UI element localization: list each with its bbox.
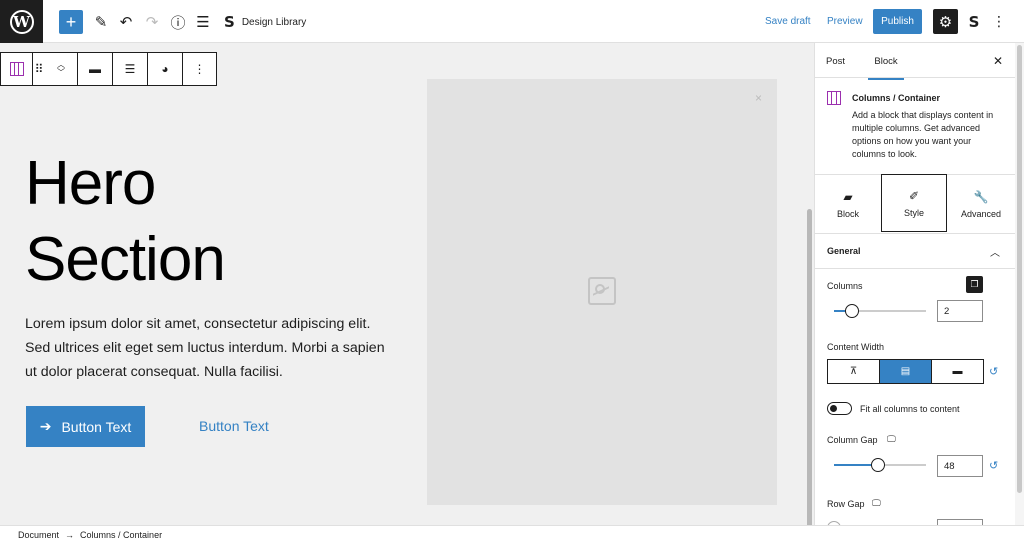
- image-icon: [588, 277, 616, 305]
- desktop-icon[interactable]: 🖵: [872, 498, 881, 509]
- save-draft-button[interactable]: Save draft: [765, 16, 811, 27]
- sidebar-scrollbar[interactable]: [1015, 43, 1024, 525]
- tab-block-settings-label: Block: [836, 208, 859, 219]
- primary-button[interactable]: ➔ Button Text: [26, 406, 145, 447]
- block-description: Add a block that displays content in mul…: [852, 110, 994, 159]
- wordpress-logo-icon[interactable]: W: [0, 0, 43, 43]
- columns-block-icon: [827, 91, 841, 105]
- info-icon[interactable]: ⓘ: [166, 10, 190, 34]
- wrench-icon: 🔧: [973, 189, 989, 204]
- columns-label: Columns: [827, 281, 863, 291]
- breadcrumb-current[interactable]: Columns / Container: [80, 530, 162, 540]
- editor-topbar: W + ✎ ↶ ↷ ⓘ ☰ S Design Library Save draf…: [0, 0, 1024, 43]
- tab-advanced-settings-label: Advanced: [960, 208, 1002, 219]
- style-copy-icon[interactable]: ◕: [148, 53, 183, 85]
- image-placeholder[interactable]: ×: [427, 79, 777, 505]
- general-section-title: General: [827, 246, 861, 256]
- breadcrumb: Document → Columns / Container: [0, 525, 1024, 543]
- content-width-toggle-group: ⊼ ▤ ▬: [827, 359, 984, 384]
- content-width-full-icon[interactable]: ▬: [932, 360, 983, 383]
- primary-button-label: Button Text: [61, 418, 132, 435]
- column-gap-label: Column Gap: [827, 435, 878, 445]
- brush-icon: ✐: [908, 188, 920, 203]
- block-icon: ▰: [843, 189, 853, 204]
- hero-title-line-1: Hero: [25, 149, 156, 218]
- align-icon[interactable]: ☰: [113, 53, 148, 85]
- columns-slider[interactable]: [834, 304, 926, 318]
- more-options-icon[interactable]: ⋮: [183, 53, 216, 85]
- tab-block-settings[interactable]: ▰ Block: [815, 175, 881, 233]
- copy-icon[interactable]: ❐: [966, 276, 983, 293]
- block-name: Columns / Container: [852, 93, 941, 103]
- settings-gear-icon[interactable]: ⚙: [933, 9, 958, 34]
- column-gap-slider[interactable]: [834, 458, 926, 472]
- fit-columns-toggle[interactable]: [827, 402, 852, 415]
- arrow-right-icon: ➔: [39, 418, 52, 434]
- preview-button[interactable]: Preview: [827, 16, 863, 27]
- ellipsis-vertical-icon[interactable]: ⋮: [992, 9, 1006, 34]
- drag-handle-icon[interactable]: ⠿: [33, 53, 45, 85]
- columns-input[interactable]: 2: [937, 300, 983, 322]
- chevron-up-icon: ︿: [990, 248, 1000, 259]
- columns-slider-knob[interactable]: [845, 304, 860, 318]
- editor-canvas[interactable]: × Hero Section Lorem ipsum dolor sit ame…: [0, 43, 805, 525]
- settings-sidebar: Post Block ✕ Columns / Container Add a b…: [814, 43, 1015, 525]
- hero-title[interactable]: Hero Section: [25, 146, 226, 298]
- style-tabs: ▰ Block ✐ Style 🔧 Advanced: [815, 174, 1015, 234]
- hero-paragraph[interactable]: Lorem ipsum dolor sit amet, consectetur …: [25, 312, 385, 384]
- stackable-logo-icon: S: [224, 13, 235, 31]
- hero-title-line-2: Section: [25, 225, 226, 294]
- list-view-icon[interactable]: ☰: [191, 10, 215, 34]
- tab-style-settings[interactable]: ✐ Style: [881, 174, 947, 232]
- publish-button[interactable]: Publish: [873, 9, 922, 34]
- block-info-card: Columns / Container Add a block that dis…: [815, 43, 1015, 175]
- content-width-label: Content Width: [827, 342, 885, 352]
- content-width-wide-icon[interactable]: ▤: [880, 360, 932, 383]
- general-section-header[interactable]: General ︿: [815, 234, 1015, 269]
- add-block-button[interactable]: +: [59, 10, 83, 34]
- redo-icon[interactable]: ↷: [140, 10, 164, 34]
- move-up-down-icon[interactable]: ︿ ﹀: [45, 53, 78, 85]
- stackable-settings-icon[interactable]: S: [964, 9, 984, 34]
- columns-block-icon[interactable]: [1, 53, 33, 85]
- tab-style-settings-label: Style: [903, 207, 924, 218]
- content-width-icon[interactable]: ▬: [78, 53, 113, 85]
- breadcrumb-document[interactable]: Document: [18, 530, 59, 540]
- desktop-icon[interactable]: 🖵: [887, 434, 896, 445]
- row-gap-label: Row Gap: [827, 499, 865, 509]
- column-gap-input[interactable]: 48: [937, 455, 983, 477]
- tab-advanced-settings[interactable]: 🔧 Advanced: [948, 175, 1014, 233]
- canvas-scrollbar[interactable]: [805, 43, 814, 529]
- arrow-right-icon: →: [65, 529, 75, 540]
- fit-columns-label: Fit all columns to content: [860, 404, 960, 414]
- column-gap-slider-knob[interactable]: [871, 458, 886, 472]
- close-icon[interactable]: ×: [755, 91, 762, 105]
- content-width-narrow-icon[interactable]: ⊼: [828, 360, 880, 383]
- link-button[interactable]: Button Text: [199, 418, 269, 434]
- block-toolbar: ⠿ ︿ ﹀ ▬ ☰ ◕ ⋮: [0, 52, 217, 86]
- document-title-text: Design Library: [241, 16, 307, 28]
- pencil-icon[interactable]: ✎: [89, 10, 113, 34]
- reset-icon[interactable]: ↺: [989, 365, 998, 378]
- document-title[interactable]: S Design Library: [224, 13, 306, 31]
- reset-icon[interactable]: ↺: [989, 459, 998, 472]
- undo-icon[interactable]: ↶: [114, 10, 138, 34]
